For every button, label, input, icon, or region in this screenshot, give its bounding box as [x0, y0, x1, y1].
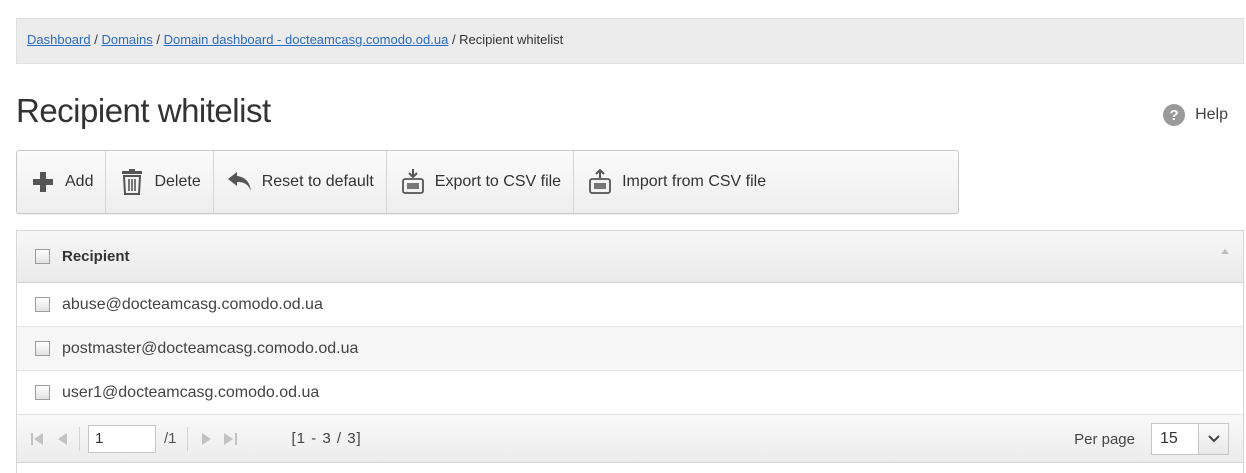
help-label: Help [1195, 106, 1228, 123]
plus-icon [29, 168, 57, 196]
pagination-bar: /1 [1 - 3 / 3] Per page 15 [17, 415, 1243, 463]
csv-import-icon [586, 168, 614, 196]
recipient-cell: abuse@docteamcasg.comodo.od.ua [62, 295, 323, 313]
pager-divider [186, 426, 188, 451]
breadcrumb-link-domain-dashboard[interactable]: Domain dashboard - docteamcasg.comodo.od… [164, 32, 449, 47]
row-checkbox[interactable] [35, 385, 50, 400]
recipient-cell: user1@docteamcasg.comodo.od.ua [62, 383, 320, 401]
breadcrumb-separator: / [90, 32, 102, 47]
page-number-input[interactable] [88, 424, 156, 453]
toolbar: Add Delete Reset to default Export to CS… [16, 150, 959, 214]
chevron-down-icon[interactable] [1198, 424, 1228, 454]
add-button-label: Add [65, 173, 94, 190]
table-row[interactable]: user1@docteamcasg.comodo.od.ua [17, 371, 1243, 415]
delete-button[interactable]: Delete [106, 151, 214, 213]
recipient-cell: postmaster@docteamcasg.comodo.od.ua [62, 339, 359, 357]
question-circle-icon: ? [1163, 104, 1186, 126]
delete-button-label: Delete [154, 173, 201, 190]
reset-to-default-button[interactable]: Reset to default [214, 151, 387, 213]
breadcrumb-separator: / [448, 32, 460, 47]
per-page-value: 15 [1160, 430, 1178, 447]
select-all-checkbox[interactable] [35, 249, 50, 264]
help-link[interactable]: ? Help [1163, 104, 1228, 126]
per-page-select[interactable]: 15 [1151, 423, 1229, 455]
sort-up-icon[interactable] [1221, 249, 1229, 254]
import-csv-label: Import from CSV file [622, 173, 767, 190]
last-page-icon[interactable] [223, 432, 238, 445]
reset-arrow-icon [226, 168, 254, 196]
recipient-grid: Recipient abuse@docteamcasg.comodo.od.ua… [16, 230, 1244, 473]
table-row[interactable]: postmaster@docteamcasg.comodo.od.ua [17, 327, 1243, 371]
csv-export-icon [399, 168, 427, 196]
add-button[interactable]: Add [17, 151, 107, 213]
pager-divider [79, 426, 80, 451]
breadcrumb-link-domains[interactable]: Domains [101, 32, 152, 47]
breadcrumb-link-dashboard[interactable]: Dashboard [27, 32, 91, 47]
recipient-column-header[interactable]: Recipient [62, 248, 130, 265]
previous-page-icon[interactable] [57, 432, 67, 445]
grid-header: Recipient [17, 231, 1243, 283]
breadcrumb-current: Recipient whitelist [459, 32, 564, 47]
row-checkbox[interactable] [35, 297, 50, 312]
trash-icon [118, 168, 146, 196]
page-title: Recipient whitelist [16, 92, 271, 129]
per-page-control: Per page 15 [1074, 423, 1229, 455]
import-csv-button[interactable]: Import from CSV file [574, 151, 778, 213]
export-csv-label: Export to CSV file [434, 173, 562, 190]
export-csv-button[interactable]: Export to CSV file [387, 151, 575, 213]
reset-to-default-label: Reset to default [261, 173, 374, 190]
per-page-label: Per page [1074, 430, 1135, 448]
breadcrumb-separator: / [152, 32, 164, 47]
first-page-icon[interactable] [31, 432, 45, 445]
breadcrumb: Dashboard / Domains / Domain dashboard -… [16, 18, 1244, 64]
total-pages: /1 [164, 430, 177, 447]
table-row[interactable]: abuse@docteamcasg.comodo.od.ua [17, 283, 1243, 327]
next-page-icon[interactable] [201, 432, 212, 445]
row-checkbox[interactable] [35, 341, 50, 356]
record-range: [1 - 3 / 3] [291, 430, 362, 447]
